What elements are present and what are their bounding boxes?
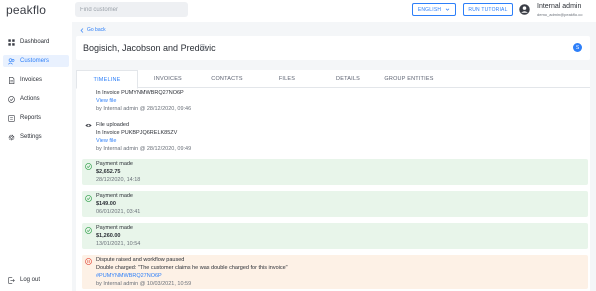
- tab-group-entities[interactable]: GROUP ENTITIES: [378, 70, 440, 88]
- logout-button[interactable]: Log out: [3, 274, 69, 286]
- users-icon: [8, 57, 15, 64]
- sidebar-item-customers[interactable]: Customers: [3, 55, 69, 67]
- tab-files[interactable]: FILES: [256, 70, 318, 88]
- check-circle-icon: [85, 163, 92, 170]
- customer-header-card: Bogisich, Jacobson and Predovic S: [76, 36, 590, 60]
- timeline-item: Dispute raised and workflow paused Doubl…: [82, 255, 588, 289]
- view-file-link[interactable]: View file: [96, 138, 116, 144]
- event-title: Payment made: [96, 193, 133, 199]
- run-tutorial-button[interactable]: RUN TUTORIAL: [463, 3, 513, 16]
- logout-label: Log out: [20, 277, 41, 283]
- sidebar-item-label: Actions: [20, 96, 40, 102]
- event-meta: by Internal admin @ 28/12/2020, 09:46: [96, 106, 192, 112]
- language-label: ENGLISH: [417, 6, 442, 13]
- customer-search-input[interactable]: [75, 2, 188, 17]
- check-circle-icon: [85, 227, 92, 234]
- sidebar-item-label: Invoices: [20, 77, 43, 83]
- sidebar-item-dashboard[interactable]: Dashboard: [3, 36, 69, 48]
- customer-status-badge[interactable]: S: [573, 43, 582, 52]
- timeline-item: File uploaded In Invoice PUKBPJQ6RELK85Z…: [82, 120, 588, 154]
- account-circle-icon[interactable]: [519, 4, 530, 15]
- view-file-link[interactable]: View file: [96, 98, 116, 104]
- grid-icon: [8, 38, 15, 46]
- payment-amount: $149.00: [96, 201, 116, 207]
- event-title: File uploaded: [96, 122, 130, 128]
- event-title: Dispute raised and workflow paused: [96, 257, 185, 263]
- event-meta: by Internal admin @ 28/12/2020, 09:49: [96, 146, 192, 152]
- copy-icon[interactable]: [200, 44, 207, 51]
- go-back-label: Go back: [87, 27, 106, 33]
- chevron-down-icon: [445, 8, 450, 11]
- event-meta: by Internal admin @ 10/03/2021, 10:59: [96, 281, 192, 287]
- event-invoice: In Invoice PUMYNMWBRQ27NO6P: [96, 90, 184, 96]
- tab-bar: TIMELINE INVOICES CONTACTS FILES DETAILS…: [76, 70, 590, 89]
- event-meta: 06/01/2021, 03:41: [96, 209, 141, 215]
- tab-details[interactable]: DETAILS: [318, 70, 378, 88]
- event-meta: 28/12/2020, 14:18: [96, 177, 141, 183]
- event-meta: 13/01/2021, 10:54: [96, 241, 141, 247]
- dispute-detail: Double charged: "The customer claims he …: [96, 265, 288, 271]
- sidebar-item-settings[interactable]: Settings: [3, 131, 69, 143]
- payment-amount: $1,260.00: [96, 233, 121, 239]
- sidebar-item-invoices[interactable]: Invoices: [3, 74, 69, 86]
- chevron-left-icon: [80, 27, 84, 33]
- user-name: Internal admin: [537, 3, 582, 10]
- sidebar-item-reports[interactable]: Reports: [3, 112, 69, 124]
- check-circle-icon: [85, 195, 92, 202]
- file-icon: [9, 76, 15, 84]
- customer-tabs-panel: TIMELINE INVOICES CONTACTS FILES DETAILS…: [76, 70, 590, 291]
- timeline-item: Payment made $1,260.00 13/01/2021, 10:54: [82, 223, 588, 249]
- event-title: Payment made: [96, 225, 133, 231]
- top-bar: peakflo ENGLISH RUN TUTORIAL Internal ad…: [0, 0, 596, 22]
- tab-contacts[interactable]: CONTACTS: [198, 70, 256, 88]
- sidebar-item-label: Customers: [20, 58, 50, 64]
- payment-amount: $2,652.75: [96, 169, 121, 175]
- sidebar-item-actions[interactable]: Actions: [3, 93, 69, 105]
- sidebar-item-label: Dashboard: [20, 39, 50, 45]
- sidebar-item-label: Settings: [20, 134, 42, 140]
- go-back-link[interactable]: Go back: [80, 27, 106, 33]
- sidebar: Dashboard Customers Invoices Actions Rep…: [0, 22, 72, 291]
- customer-name: Bogisich, Jacobson and Predovic: [83, 43, 216, 53]
- timeline-item: Payment made $2,652.75 28/12/2020, 14:18: [82, 159, 588, 185]
- tab-invoices[interactable]: INVOICES: [138, 70, 198, 88]
- event-invoice: In Invoice PUKBPJQ6RELK85ZV: [96, 130, 178, 136]
- invoice-link[interactable]: #PUMYNMWBRQ27NO6P: [96, 273, 162, 279]
- pause-circle-icon: [85, 258, 92, 265]
- timeline-item: Payment made $149.00 06/01/2021, 03:41: [82, 191, 588, 217]
- logout-icon: [8, 276, 15, 284]
- user-email: demo_admin@peakflo.co: [537, 12, 583, 17]
- event-title: Payment made: [96, 161, 133, 167]
- language-select[interactable]: ENGLISH: [412, 3, 456, 16]
- eye-icon: [85, 123, 92, 128]
- sidebar-item-label: Reports: [20, 115, 42, 121]
- gear-icon: [8, 134, 15, 140]
- timeline-item: In Invoice PUMYNMWBRQ27NO6P View file by…: [82, 89, 588, 113]
- check-circle-icon: [8, 95, 15, 103]
- report-icon: [8, 114, 15, 122]
- tab-timeline[interactable]: TIMELINE: [76, 70, 138, 89]
- app-logo[interactable]: peakflo: [6, 3, 46, 17]
